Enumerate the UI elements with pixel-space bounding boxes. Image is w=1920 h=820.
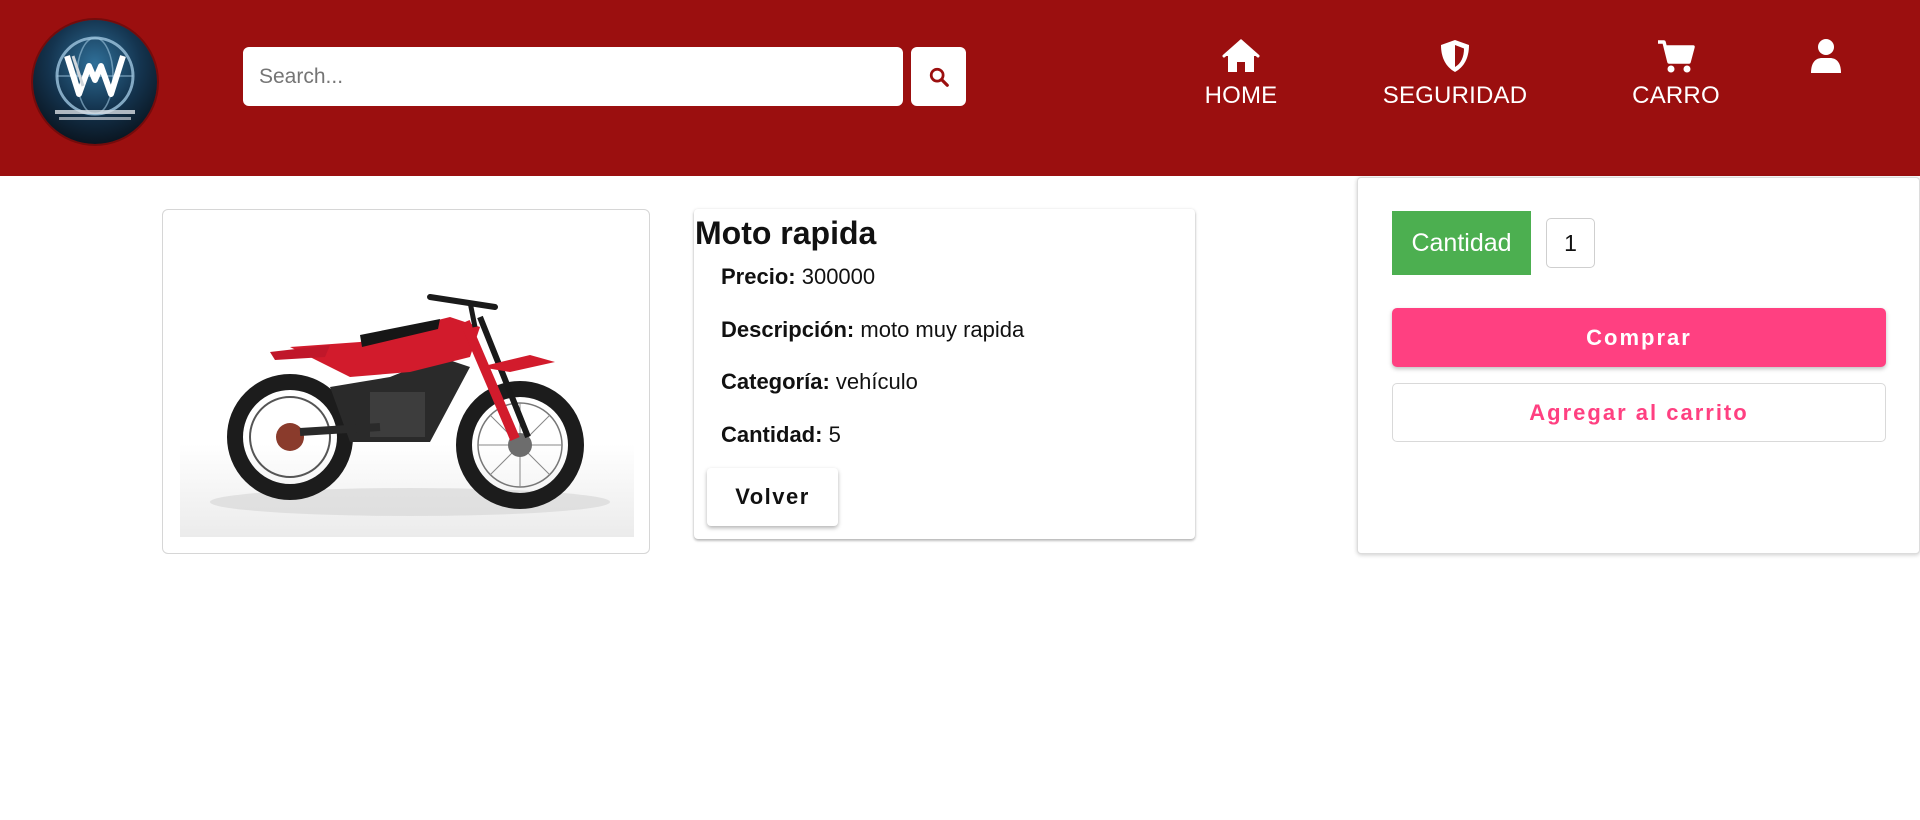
home-icon [1222, 39, 1260, 72]
price-value: 300000 [801, 264, 876, 289]
description-field: Descripción: moto muy rapida [721, 317, 1024, 343]
product-image [180, 227, 634, 537]
cart-icon [1658, 40, 1695, 73]
price-label: Precio: [721, 264, 796, 289]
nav-seguridad[interactable]: SEGURIDAD [1380, 38, 1530, 110]
nav-home-label: HOME [1204, 82, 1278, 109]
quantity-label: Cantidad [1392, 211, 1531, 275]
stock-field: Cantidad: 5 [721, 422, 841, 448]
back-button[interactable]: Volver [707, 468, 838, 526]
shield-icon [1441, 40, 1469, 72]
nav-carro-label: CARRO [1632, 82, 1720, 109]
nav-home[interactable]: HOME [1200, 38, 1282, 110]
product-image-card [162, 209, 650, 554]
globe-logo-icon [55, 36, 135, 120]
quantity-input[interactable] [1546, 218, 1595, 268]
search-button[interactable] [911, 47, 966, 106]
site-logo[interactable] [33, 20, 157, 144]
search-icon [929, 67, 949, 87]
buy-button[interactable]: Comprar [1392, 308, 1886, 367]
category-label: Categoría: [721, 369, 830, 394]
purchase-panel: Cantidad Comprar Agregar al carrito [1357, 177, 1920, 554]
add-to-cart-button[interactable]: Agregar al carrito [1392, 383, 1886, 442]
product-title: Moto rapida [695, 215, 877, 251]
price-field: Precio: 300000 [721, 264, 875, 290]
description-value: moto muy rapida [860, 317, 1025, 342]
user-icon [1811, 39, 1841, 73]
stock-value: 5 [828, 422, 841, 447]
category-field: Categoría: vehículo [721, 369, 918, 395]
category-value: vehículo [835, 369, 918, 394]
search-input[interactable] [243, 47, 903, 106]
dirt-bike-image [210, 294, 610, 516]
product-details-card: Moto rapida Precio: 300000 Descripción: … [694, 209, 1195, 539]
nav-user[interactable] [1800, 38, 1852, 74]
top-navbar: HOME SEGURIDAD CARRO [0, 0, 1920, 176]
stock-label: Cantidad: [721, 422, 823, 447]
nav-seguridad-label: SEGURIDAD [1382, 82, 1528, 109]
description-label: Descripción: [721, 317, 855, 342]
nav-carro[interactable]: CARRO [1630, 38, 1722, 110]
